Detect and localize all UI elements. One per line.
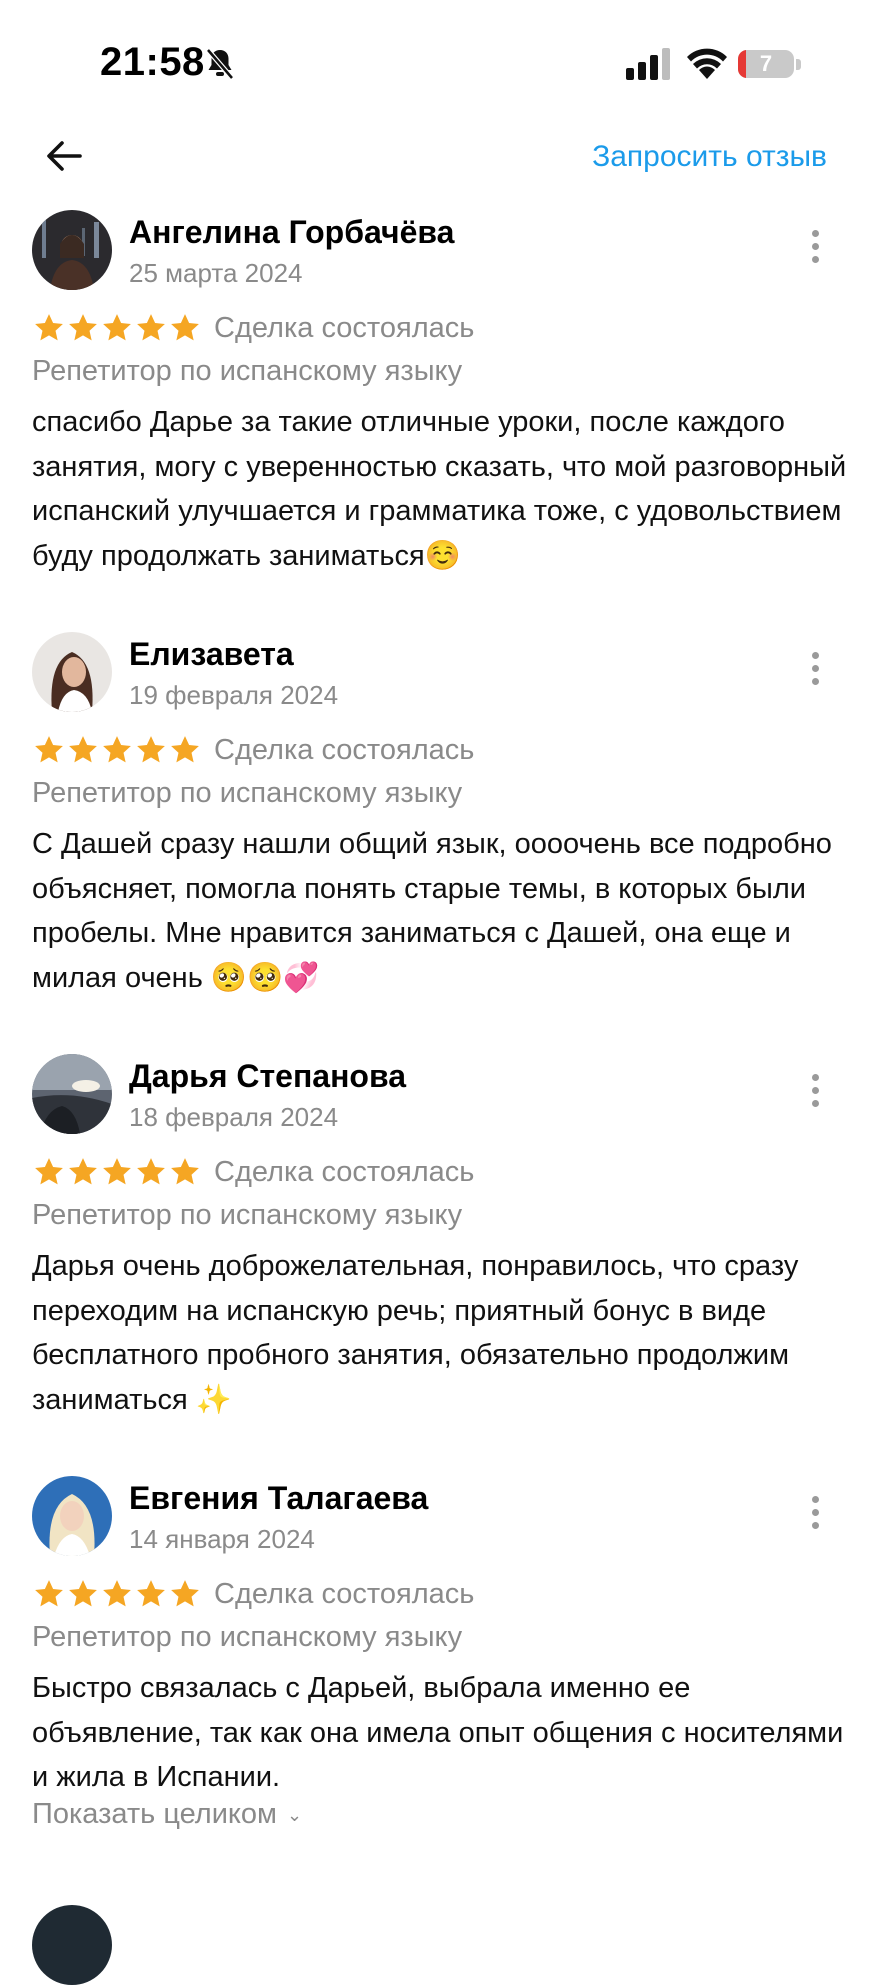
status-time: 21:58 [100,40,205,84]
star-icon [100,1577,134,1611]
more-options-icon[interactable] [800,1074,830,1116]
back-arrow-icon[interactable] [44,136,84,176]
star-icon [66,1155,100,1189]
avatar[interactable] [32,1905,112,1985]
review-date: 14 января 2024 [129,1524,315,1554]
deal-status: Сделка состоялась [214,1577,475,1610]
star-icon [66,311,100,345]
star-icon [32,311,66,345]
deal-status: Сделка состоялась [214,311,475,344]
cellular-signal-icon [626,48,670,80]
review-text: Дарья очень доброжелательная, понравилос… [32,1250,799,1416]
star-icon [168,311,202,345]
star-icon [134,1577,168,1611]
star-icon [32,1577,66,1611]
deal-status: Сделка состоялась [214,1155,475,1188]
star-icon [32,1155,66,1189]
review-text: С Дашей сразу нашли общий язык, оооочень… [32,828,832,994]
more-options-icon[interactable] [800,1496,830,1538]
review-text: спасибо Дарье за такие отличные уроки, п… [32,406,847,572]
avatar[interactable] [32,632,112,712]
chevron-down-icon: ⌄ [287,1804,303,1825]
star-icon [100,1155,134,1189]
battery-level: 7 [759,51,773,76]
reviewer-name[interactable]: Дарья Степанова [129,1058,406,1095]
star-icon [32,733,66,767]
star-icon [66,1577,100,1611]
status-bar: 21:58 7 [0,0,884,130]
review-card: Ангелина Горбачёва 25 марта 2024 Сделка … [0,210,884,610]
star-icon [168,1155,202,1189]
service-category: Репетитор по испанскому языку [32,355,463,387]
more-options-icon[interactable] [800,230,830,272]
wifi-icon [687,48,727,79]
star-icon [134,733,168,767]
review-date: 18 февраля 2024 [129,1102,339,1132]
review-card: Дарья Степанова 18 февраля 2024 Сделка с… [0,1054,884,1454]
reviewer-name[interactable]: Ангелина Горбачёва [129,214,454,251]
show-more-label: Показать целиком [32,1798,277,1830]
review-text: Быстро связалась с Дарьей, выбрала именн… [32,1672,844,1793]
star-icon [100,311,134,345]
rating-stars: Сделка состоялась [32,732,474,768]
rating-stars: Сделка состоялась [32,1154,474,1190]
reviewer-name[interactable]: Елизавета [129,636,294,673]
battery-indicator: 7 [738,50,802,80]
bell-muted-icon [206,48,234,80]
avatar[interactable] [32,210,112,290]
star-icon [168,733,202,767]
deal-status: Сделка состоялась [214,733,475,766]
more-options-icon[interactable] [800,652,830,694]
review-date: 19 февраля 2024 [129,680,339,710]
show-more-button[interactable]: Показать целиком ⌄ [32,1798,302,1831]
service-category: Репетитор по испанскому языку [32,777,463,809]
star-icon [100,733,134,767]
service-category: Репетитор по испанскому языку [32,1621,463,1653]
star-icon [66,733,100,767]
star-icon [168,1577,202,1611]
avatar[interactable] [32,1054,112,1134]
review-card: Елизавета 19 февраля 2024 Сделка состоял… [0,632,884,1032]
request-review-link[interactable]: Запросить отзыв [592,140,827,174]
review-date: 25 марта 2024 [129,258,303,288]
star-icon [134,311,168,345]
star-icon [134,1155,168,1189]
reviewer-name[interactable]: Евгения Талагаева [129,1480,428,1517]
top-bar: Запросить отзыв [0,130,884,210]
rating-stars: Сделка состоялась [32,1576,474,1612]
rating-stars: Сделка состоялась [32,310,474,346]
service-category: Репетитор по испанскому языку [32,1199,463,1231]
review-card: Евгения Талагаева 14 января 2024 Сделка … [0,1476,884,1876]
avatar[interactable] [32,1476,112,1556]
